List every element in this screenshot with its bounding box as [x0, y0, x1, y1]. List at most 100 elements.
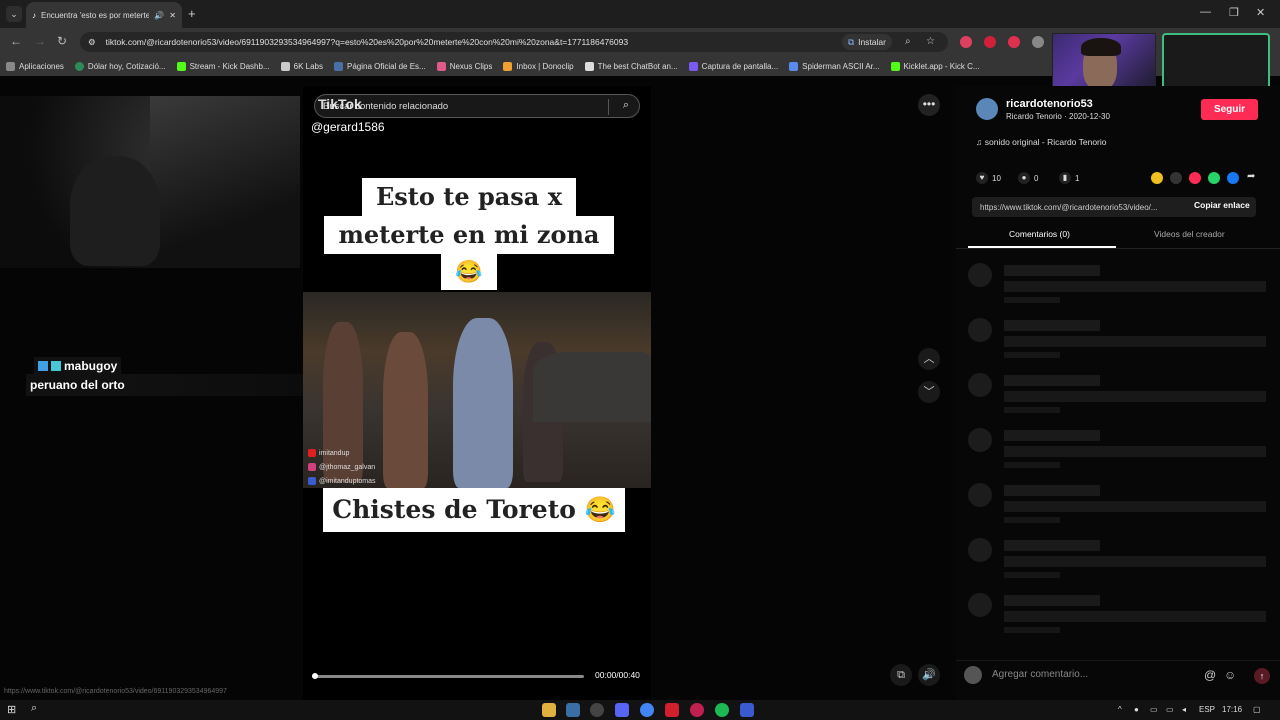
file-explorer-icon[interactable]	[542, 703, 556, 717]
extension-icon[interactable]	[1032, 36, 1044, 48]
bookmark-favicon-icon	[74, 61, 84, 71]
like-count: 10	[992, 173, 1001, 183]
bookmark-item[interactable]: Captura de pantalla...	[688, 61, 778, 71]
heart-icon[interactable]: ♥	[976, 172, 988, 184]
video-link: https://www.tiktok.com/@ricardotenorio53…	[980, 202, 1158, 212]
bookmark-label: Página Oficial de Es...	[346, 61, 426, 71]
bookmark-item[interactable]: Stream - Kick Dashb...	[176, 61, 270, 71]
comment-icon[interactable]: ●	[1018, 172, 1030, 184]
bookmark-star-icon[interactable]: ☆	[926, 36, 935, 47]
extension-icon[interactable]	[1008, 36, 1020, 48]
bookmark-label: 6K Labs	[293, 61, 323, 71]
save-stat[interactable]: ▮ 1	[1059, 172, 1079, 184]
send-comment-icon[interactable]: ↑	[1254, 668, 1270, 684]
spotify-icon[interactable]	[715, 703, 729, 717]
search-icon[interactable]: ⌕	[623, 99, 629, 112]
streamer-camera-overlay	[1052, 33, 1156, 93]
search-input[interactable]: Buscar contenido relacionado ⌕	[314, 94, 640, 118]
facebook-share-icon[interactable]	[1227, 172, 1239, 184]
share-send-icon[interactable]	[1189, 172, 1201, 184]
bookmark-item[interactable]: Inbox | Donoclip	[503, 61, 574, 71]
address-bar[interactable]: ⚙ tiktok.com/@ricardotenorio53/video/691…	[80, 32, 948, 52]
discord-icon[interactable]	[615, 703, 629, 717]
bookmark-item[interactable]: 6K Labs	[280, 61, 323, 71]
reload-icon[interactable]: ↻	[57, 34, 67, 48]
display-icon[interactable]: ▭	[1166, 705, 1174, 714]
extension-icon[interactable]	[960, 36, 972, 48]
share-coin-icon[interactable]	[1151, 172, 1163, 184]
bookmark-icon[interactable]: ▮	[1059, 172, 1071, 184]
bookmark-label: The best ChatBot an...	[597, 61, 678, 71]
network-icon[interactable]: ▭	[1150, 705, 1158, 714]
tab-comments[interactable]: Comentarios (0)	[1009, 229, 1070, 239]
bookmark-item[interactable]: The best ChatBot an...	[584, 61, 678, 71]
bookmark-item[interactable]: Página Oficial de Es...	[333, 61, 426, 71]
bookmark-apps[interactable]: Aplicaciones	[6, 61, 64, 71]
bookmark-item[interactable]: Spiderman ASCII Ar...	[789, 61, 880, 71]
bookmark-label: Dólar hoy, Cotizació...	[87, 61, 166, 71]
restore-icon[interactable]: ❐	[1229, 6, 1239, 19]
creator-username[interactable]: ricardotenorio53	[1006, 98, 1093, 110]
bookmark-item[interactable]: Dólar hoy, Cotizació...	[74, 61, 166, 71]
back-icon[interactable]: ←	[10, 34, 22, 48]
progress-knob[interactable]	[312, 673, 318, 679]
minimize-icon[interactable]: —	[1200, 6, 1211, 18]
next-video-icon[interactable]: ﹀	[918, 381, 940, 403]
forward-icon[interactable]: →	[34, 34, 46, 48]
search-divider	[608, 99, 609, 115]
kick-icon	[890, 61, 900, 71]
creator-avatar[interactable]	[976, 98, 998, 120]
sound-link[interactable]: ♫ sonido original - Ricardo Tenorio	[976, 137, 1107, 147]
language-indicator[interactable]: ESP	[1199, 705, 1215, 714]
bookmark-item[interactable]: Nexus Clips	[436, 61, 492, 71]
close-window-icon[interactable]: ✕	[1256, 6, 1265, 19]
tiktok-watermark: TikTok	[318, 96, 362, 112]
bookmark-label: Inbox | Donoclip	[516, 61, 574, 71]
embed-icon[interactable]	[1170, 172, 1182, 184]
app-icon[interactable]	[665, 703, 679, 717]
bookmark-label: Kicklet.app - Kick C...	[903, 61, 980, 71]
social-handle: @jthomaz_galvan	[319, 464, 376, 471]
steam-icon[interactable]	[566, 703, 580, 717]
browser-tab[interactable]: ♪ Encuentra 'esto es por meterte... 🔊 ✕	[26, 2, 182, 28]
site-info-icon[interactable]: ⚙	[88, 37, 96, 48]
audio-icon[interactable]: 🔊	[154, 11, 164, 20]
tab-close-icon[interactable]: ✕	[169, 11, 176, 20]
new-tab-button[interactable]: +	[188, 6, 196, 21]
previous-video-icon[interactable]: ︿	[918, 348, 940, 370]
install-button[interactable]: ⧉ Instalar	[842, 34, 892, 50]
share-arrow-icon[interactable]: ➦	[1247, 171, 1255, 182]
tray-chevron-icon[interactable]: ^	[1118, 705, 1122, 714]
windows-start-icon[interactable]: ⊞	[7, 703, 16, 716]
clock[interactable]: 17:16	[1222, 705, 1242, 714]
tab-search-button[interactable]: ⌄	[6, 6, 22, 22]
bookmark-item[interactable]: Kicklet.app - Kick C...	[890, 61, 980, 71]
app-icon[interactable]	[690, 703, 704, 717]
streamer-hair	[1081, 38, 1121, 56]
follow-button[interactable]: Seguir	[1201, 99, 1258, 120]
mic-icon[interactable]: ●	[1134, 705, 1139, 714]
pip-icon[interactable]: ⧉	[890, 664, 912, 686]
volume-icon[interactable]: 🔊	[918, 664, 940, 686]
chrome-icon[interactable]	[640, 703, 654, 717]
comment-skeleton	[968, 483, 1268, 523]
emoji-icon[interactable]: ☺	[1224, 668, 1236, 682]
like-stat[interactable]: ♥ 10	[976, 172, 1001, 184]
video-progress-bar[interactable]	[312, 673, 584, 679]
comment-input[interactable]: Agregar comentario...	[992, 669, 1088, 680]
more-options-icon[interactable]: •••	[918, 94, 940, 116]
speaker-icon[interactable]: ◂	[1182, 705, 1186, 714]
taskbar-search-icon[interactable]: ⌕	[31, 702, 37, 715]
whatsapp-icon[interactable]	[1208, 172, 1220, 184]
comment-skeleton	[968, 593, 1268, 633]
copy-link-button[interactable]: Copiar enlace	[1194, 200, 1250, 210]
notification-icon[interactable]: ▢	[1253, 705, 1261, 714]
comment-stat[interactable]: ● 0	[1018, 172, 1038, 184]
obs-icon[interactable]	[590, 703, 604, 717]
tab-creator-videos[interactable]: Videos del creador	[1154, 229, 1225, 239]
bookmark-favicon-icon	[333, 61, 343, 71]
zoom-icon[interactable]: ⌕	[905, 36, 911, 47]
app-icon[interactable]	[740, 703, 754, 717]
extension-icon[interactable]	[984, 36, 996, 48]
mention-icon[interactable]: @	[1204, 668, 1216, 682]
